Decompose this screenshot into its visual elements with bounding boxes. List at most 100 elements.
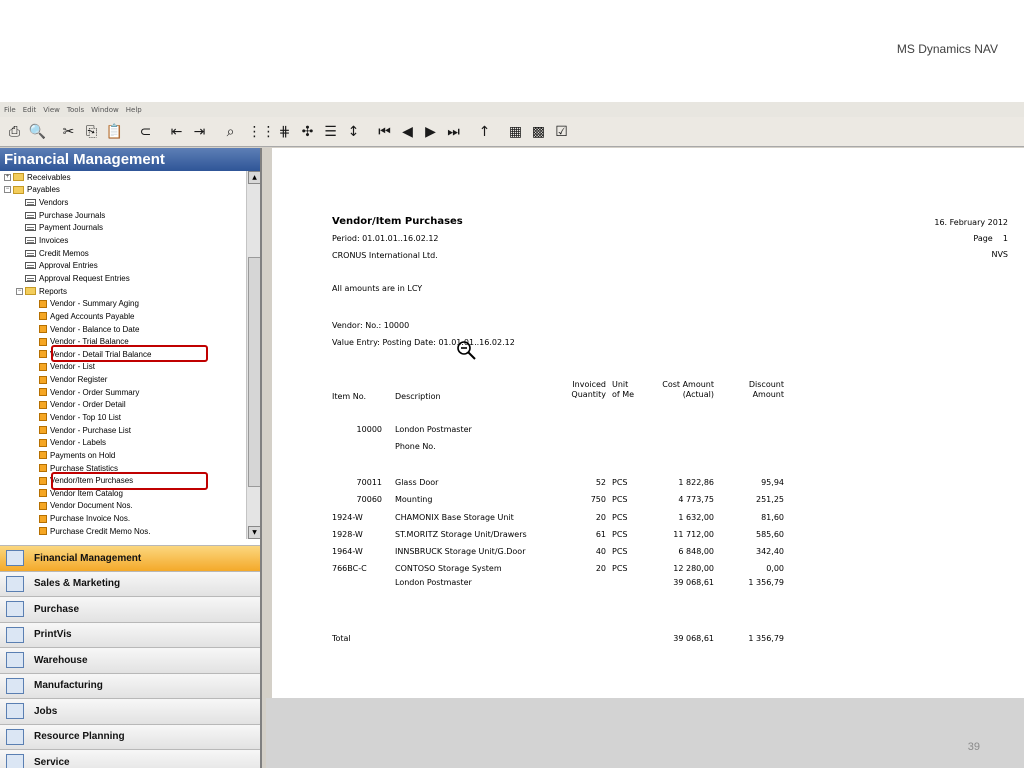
scroll-thumb[interactable] xyxy=(248,257,260,487)
tree-item[interactable]: Vendor - Balance to Date xyxy=(0,323,260,336)
tree-item[interactable]: Vendor - Summary Aging xyxy=(0,297,260,310)
report-cell-item-no: 1924-W xyxy=(332,513,363,522)
tree-scrollbar[interactable]: ▲ ▼ xyxy=(246,171,260,539)
tree-item[interactable]: Approval Entries xyxy=(0,259,260,272)
nav-button[interactable]: PrintVis xyxy=(0,621,260,647)
nav-button[interactable]: Manufacturing xyxy=(0,672,260,698)
total-cost: 39 068,61 xyxy=(673,634,714,643)
menu-file[interactable]: File xyxy=(4,106,16,114)
list-icon[interactable]: ▦ xyxy=(505,121,526,142)
report-cell-quantity: 61 xyxy=(595,530,606,539)
tree-item[interactable]: Payment Journals xyxy=(0,222,260,235)
report-cell-discount: 251,25 xyxy=(756,495,784,504)
tree-item[interactable]: − Reports xyxy=(0,285,260,298)
module-icon xyxy=(6,575,24,592)
find-icon[interactable]: ⌕ xyxy=(220,121,241,142)
tree-item[interactable]: Vendor - List xyxy=(0,361,260,374)
menu-help[interactable]: Help xyxy=(126,106,142,114)
paste-icon[interactable]: 📋 xyxy=(104,121,125,142)
nav-button[interactable]: Resource Planning xyxy=(0,723,260,749)
report-cell-item-no: 766BC-C xyxy=(332,564,367,573)
tree-item[interactable]: Purchase Invoice Nos. xyxy=(0,512,260,525)
nav-button[interactable]: Service xyxy=(0,749,260,768)
tree-item[interactable]: Invoices xyxy=(0,234,260,247)
delete-line-icon[interactable]: ⇥ xyxy=(189,121,210,142)
menu-edit[interactable]: Edit xyxy=(23,106,37,114)
tree-item[interactable]: Vendor Document Nos. xyxy=(0,500,260,513)
show-all-icon[interactable]: ☰ xyxy=(320,121,341,142)
header-actual: (Actual) xyxy=(682,390,714,399)
nav-button-label: Resource Planning xyxy=(34,731,125,743)
nav-button[interactable]: Financial Management xyxy=(0,545,260,571)
excel-icon[interactable]: ▩ xyxy=(528,121,549,142)
report-cell-quantity: 20 xyxy=(595,564,606,573)
tree-item[interactable]: Vendor Register xyxy=(0,373,260,386)
collapse-icon[interactable]: − xyxy=(16,287,23,295)
field-filter-icon[interactable]: ⋮⋮ xyxy=(248,121,276,142)
tree-item[interactable]: Purchase Journals xyxy=(0,209,260,222)
tree-item[interactable]: Vendor - Labels xyxy=(0,436,260,449)
nav-button[interactable]: Sales & Marketing xyxy=(0,570,260,596)
menu-tools[interactable]: Tools xyxy=(67,106,84,114)
tree-item[interactable]: Payments on Hold xyxy=(0,449,260,462)
tree-item[interactable]: − Payables xyxy=(0,184,260,197)
report-icon xyxy=(39,476,47,485)
menu-view[interactable]: View xyxy=(43,106,60,114)
report-icon xyxy=(39,438,47,447)
sort-icon[interactable]: ↕ xyxy=(343,121,364,142)
tree-item-label: Approval Request Entries xyxy=(39,273,130,283)
nav-button[interactable]: Warehouse xyxy=(0,647,260,673)
tree-item[interactable]: Vendor - Order Summary xyxy=(0,386,260,399)
next-record-icon[interactable]: ▶ xyxy=(420,121,441,142)
first-record-icon[interactable]: ⏮ xyxy=(374,121,395,142)
scroll-down-icon[interactable]: ▼ xyxy=(248,526,260,539)
tree-item[interactable]: + Receivables xyxy=(0,171,260,184)
print-icon[interactable]: ⎙ xyxy=(4,121,25,142)
previous-record-icon[interactable]: ◀ xyxy=(397,121,418,142)
tree-item-label: Vendor - List xyxy=(50,362,95,372)
header-of-me: of Me xyxy=(612,390,635,399)
menu-window[interactable]: Window xyxy=(91,106,119,114)
tree-item-label: Payment Journals xyxy=(39,223,104,233)
header-quantity: Quantity xyxy=(571,390,606,399)
report-cell-unit: PCS xyxy=(612,530,628,539)
report-cell-unit: PCS xyxy=(612,495,628,504)
tree-item-label: Purchase Invoice Nos. xyxy=(50,514,131,524)
table-filter-icon[interactable]: ⋕ xyxy=(274,121,295,142)
tree-item[interactable]: Approval Request Entries xyxy=(0,272,260,285)
tree-item[interactable]: Vendor - Purchase List xyxy=(0,424,260,437)
expand-icon[interactable]: + xyxy=(4,173,11,181)
scroll-up-icon[interactable]: ▲ xyxy=(248,171,260,184)
tree-item[interactable]: Purchase Credit Memo Nos. xyxy=(0,525,260,538)
insert-line-icon[interactable]: ⇤ xyxy=(166,121,187,142)
checklist-icon[interactable]: ☑ xyxy=(551,121,572,142)
tree-item[interactable]: Vendor - Order Detail xyxy=(0,399,260,412)
tree-item[interactable]: Aged Accounts Payable xyxy=(0,310,260,323)
tree-item-label: Invoices xyxy=(39,236,69,246)
report-cell-cost: 12 280,00 xyxy=(673,564,714,573)
nav-button[interactable]: Jobs xyxy=(0,698,260,724)
report-cell-description: ST.MORITZ Storage Unit/Drawers xyxy=(395,530,527,539)
flowfilter-icon[interactable]: ✣ xyxy=(297,121,318,142)
copy-icon[interactable]: ⎘ xyxy=(81,121,102,142)
report-cell-cost: 6 848,00 xyxy=(678,547,714,556)
last-record-icon[interactable]: ⏭ xyxy=(443,121,464,142)
attachment-icon[interactable]: ⊂ xyxy=(135,121,156,142)
nav-button[interactable]: Purchase xyxy=(0,596,260,622)
report-icon xyxy=(39,464,47,473)
print-preview-icon[interactable]: 🔍 xyxy=(27,121,48,142)
total-discount: 1 356,79 xyxy=(748,634,784,643)
navigation-buttons: Financial Management Sales & Marketing Pur… xyxy=(0,545,260,768)
report-cell-description: CHAMONIX Base Storage Unit xyxy=(395,513,514,522)
report-cell-unit: PCS xyxy=(612,564,628,573)
tree-item[interactable]: Vendors xyxy=(0,196,260,209)
vendor-name: London Postmaster xyxy=(395,425,472,434)
module-icon xyxy=(6,677,24,694)
tree-item-label: Purchase Journals xyxy=(39,210,106,220)
collapse-icon[interactable]: − xyxy=(4,186,11,194)
report-cell-quantity: 52 xyxy=(595,478,606,487)
tree-item[interactable]: Credit Memos xyxy=(0,247,260,260)
tree-item[interactable]: Vendor - Top 10 List xyxy=(0,411,260,424)
up-arrow-icon[interactable]: ↑ xyxy=(474,121,495,142)
cut-icon[interactable]: ✂ xyxy=(58,121,79,142)
